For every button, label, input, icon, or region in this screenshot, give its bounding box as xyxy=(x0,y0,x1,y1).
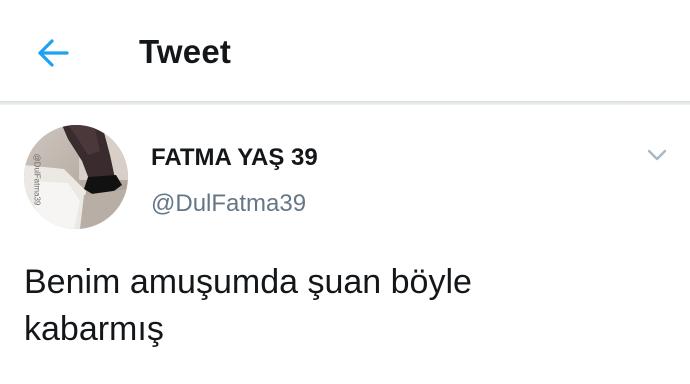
tweet-text-line: kabarmış xyxy=(24,310,164,348)
tweet-text: Benim amuşumda şuan böyle kabarmış xyxy=(24,259,644,353)
avatar-watermark: @DulFatma39 xyxy=(32,153,42,205)
tweet-text-line: Benim amuşumda şuan böyle xyxy=(24,263,472,301)
app-header: Tweet xyxy=(0,0,690,101)
page-title: Tweet xyxy=(139,33,232,70)
chevron-down-icon xyxy=(647,149,667,161)
author-handle[interactable]: @DulFatma39 xyxy=(151,190,306,218)
back-button[interactable] xyxy=(30,30,76,76)
arrow-left-icon xyxy=(38,39,69,67)
avatar[interactable]: @DulFatma39 xyxy=(24,125,128,229)
tweet-menu-button[interactable] xyxy=(642,143,672,167)
author-display-name[interactable]: FATMA YAŞ 39 xyxy=(151,144,318,172)
tweet: @DulFatma39 FATMA YAŞ 39 @DulFatma39 Ben… xyxy=(0,105,690,384)
